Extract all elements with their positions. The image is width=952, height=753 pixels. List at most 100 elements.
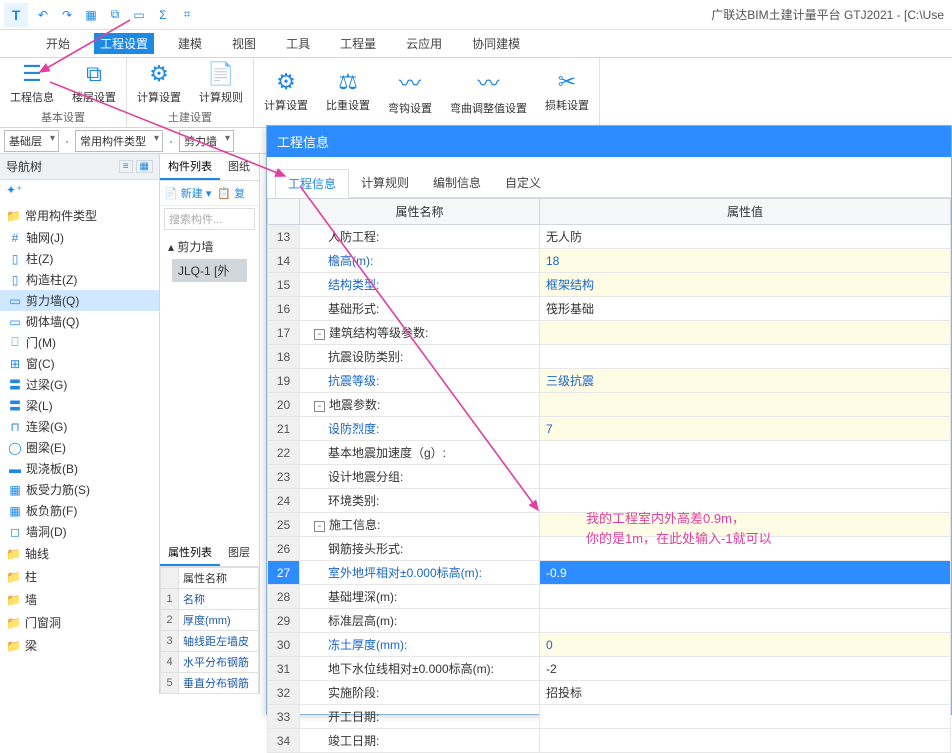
dialog-tab[interactable]: 工程信息 [275, 169, 349, 198]
grid-cell-value[interactable]: 框架结构 [540, 273, 951, 297]
tree-category[interactable]: 📁常用构件类型 [0, 204, 159, 227]
grid-cell-value[interactable]: 7 [540, 417, 951, 441]
grid-cell-name[interactable]: 抗震等级: [300, 369, 540, 393]
grid-row-num[interactable]: 33 [268, 705, 300, 729]
grid-cell-name[interactable]: 钢筋接头形式: [300, 537, 540, 561]
menu-item[interactable]: 工程设置 [94, 33, 154, 54]
tree-item[interactable]: ⎕门(M) [0, 332, 159, 353]
grid-cell-name[interactable]: 实施阶段: [300, 681, 540, 705]
tree-item[interactable]: ▦板负筋(F) [0, 500, 159, 521]
tree-item[interactable]: ▯构造柱(Z) [0, 269, 159, 290]
tab-drawings[interactable]: 图纸 [220, 154, 258, 180]
dialog-tab[interactable]: 计算规则 [349, 169, 421, 197]
type-combo[interactable]: 常用构件类型 [75, 130, 163, 152]
grid-row-num[interactable]: 30 [268, 633, 300, 657]
tab-layers[interactable]: 图层 [220, 540, 258, 566]
grid-cell-value[interactable] [540, 345, 951, 369]
grid-cell-value[interactable] [540, 441, 951, 465]
qat-button[interactable]: Σ [154, 6, 172, 24]
grid-row-num[interactable]: 16 [268, 297, 300, 321]
ribbon-button[interactable]: ⚙计算设置 [260, 67, 312, 115]
tab-component-list[interactable]: 构件列表 [160, 154, 220, 180]
dialog-tab[interactable]: 编制信息 [421, 169, 493, 197]
prop-name[interactable]: 厚度(mm) [179, 610, 259, 631]
grid-row-num[interactable]: 24 [268, 489, 300, 513]
grid-cell-value[interactable]: 0 [540, 633, 951, 657]
grid-cell-name[interactable]: 标准层高(m): [300, 609, 540, 633]
grid-cell-value[interactable] [540, 321, 951, 345]
nav-tool-add-icon[interactable]: ✦⁺ [0, 180, 159, 200]
grid-cell-name[interactable]: 檐高(m): [300, 249, 540, 273]
dialog-tab[interactable]: 自定义 [493, 169, 553, 197]
prop-name[interactable]: 名称 [179, 589, 259, 610]
search-input[interactable]: 搜索构件... [164, 208, 255, 230]
tree-category[interactable]: 📁梁 [0, 634, 159, 657]
tree-item[interactable]: ▦板受力筋(S) [0, 479, 159, 500]
tree-item[interactable]: ▭剪力墙(Q) [0, 290, 159, 311]
qat-button[interactable]: ▭ [130, 6, 148, 24]
ribbon-button[interactable]: 〰弯曲调整值设置 [446, 64, 531, 118]
tree-item[interactable]: ▯柱(Z) [0, 248, 159, 269]
grid-cell-name[interactable]: 抗震设防类别: [300, 345, 540, 369]
expand-icon[interactable]: - [314, 521, 325, 532]
ribbon-button[interactable]: ⚖比重设置 [322, 67, 374, 115]
qat-button[interactable]: ⧉ [106, 6, 124, 24]
ribbon-button[interactable]: ☰工程信息 [6, 59, 58, 107]
grid-row-num[interactable]: 17 [268, 321, 300, 345]
menu-item[interactable]: 云应用 [400, 33, 448, 54]
nav-tool-grid-icon[interactable]: ▦ [136, 160, 153, 173]
grid-row-num[interactable]: 22 [268, 441, 300, 465]
ribbon-button[interactable]: ⧉楼层设置 [68, 59, 120, 107]
tree-item[interactable]: ⊞窗(C) [0, 353, 159, 374]
ribbon-button[interactable]: 📄计算规则 [195, 59, 247, 107]
menu-item[interactable]: 视图 [226, 33, 262, 54]
prop-name[interactable]: 轴线距左墙皮 [179, 631, 259, 652]
grid-cell-name[interactable]: 基本地震加速度（g）: [300, 441, 540, 465]
copy-button[interactable]: 📋 复 [217, 185, 245, 201]
ribbon-button[interactable]: ✂损耗设置 [541, 67, 593, 115]
grid-cell-value[interactable] [540, 393, 951, 417]
tree-item[interactable]: ▭砌体墙(Q) [0, 311, 159, 332]
tree-category[interactable]: 📁柱 [0, 565, 159, 588]
component-item[interactable]: JLQ-1 [外 [172, 259, 247, 282]
grid-cell-name[interactable]: 基础埋深(m): [300, 585, 540, 609]
tree-category[interactable]: 📁轴线 [0, 542, 159, 565]
prop-name[interactable]: 垂直分布钢筋 [179, 673, 259, 694]
qat-button[interactable]: ↷ [58, 6, 76, 24]
tree-item[interactable]: 〓梁(L) [0, 395, 159, 416]
tree-item[interactable]: 〓过梁(G) [0, 374, 159, 395]
tree-item[interactable]: ◯圈梁(E) [0, 437, 159, 458]
tree-item[interactable]: ▬现浇板(B) [0, 458, 159, 479]
grid-cell-value[interactable] [540, 609, 951, 633]
grid-cell-value[interactable]: 筏形基础 [540, 297, 951, 321]
grid-cell-name[interactable]: 地下水位线相对±0.000标高(m): [300, 657, 540, 681]
grid-cell-name[interactable]: 人防工程: [300, 225, 540, 249]
grid-cell-name[interactable]: -建筑结构等级参数: [300, 321, 540, 345]
grid-row-num[interactable]: 13 [268, 225, 300, 249]
ribbon-button[interactable]: ⚙计算设置 [133, 59, 185, 107]
grid-row-num[interactable]: 34 [268, 729, 300, 753]
grid-cell-name[interactable]: 室外地坪相对±0.000标高(m): [300, 561, 540, 585]
grid-row-num[interactable]: 20 [268, 393, 300, 417]
menu-item[interactable]: 建模 [172, 33, 208, 54]
grid-row-num[interactable]: 23 [268, 465, 300, 489]
grid-cell-name[interactable]: 环境类别: [300, 489, 540, 513]
grid-cell-name[interactable]: 冻土厚度(mm): [300, 633, 540, 657]
grid-cell-name[interactable]: -地震参数: [300, 393, 540, 417]
grid-cell-value[interactable] [540, 585, 951, 609]
grid-row-num[interactable]: 25 [268, 513, 300, 537]
tree-item[interactable]: ◻墙洞(D) [0, 521, 159, 542]
new-button[interactable]: 📄 新建 ▾ [164, 185, 211, 201]
grid-cell-value[interactable]: 三级抗震 [540, 369, 951, 393]
tree-item[interactable]: ⊓连梁(G) [0, 416, 159, 437]
grid-cell-value[interactable] [540, 705, 951, 729]
menu-item[interactable]: 工具 [280, 33, 316, 54]
grid-row-num[interactable]: 21 [268, 417, 300, 441]
layer-combo[interactable]: 基础层 [4, 130, 59, 152]
grid-row-num[interactable]: 31 [268, 657, 300, 681]
qat-button[interactable]: ↶ [34, 6, 52, 24]
grid-cell-value[interactable]: -0.9 [540, 561, 951, 585]
tree-category[interactable]: 📁墙 [0, 588, 159, 611]
grid-row-num[interactable]: 18 [268, 345, 300, 369]
grid-cell-value[interactable] [540, 465, 951, 489]
